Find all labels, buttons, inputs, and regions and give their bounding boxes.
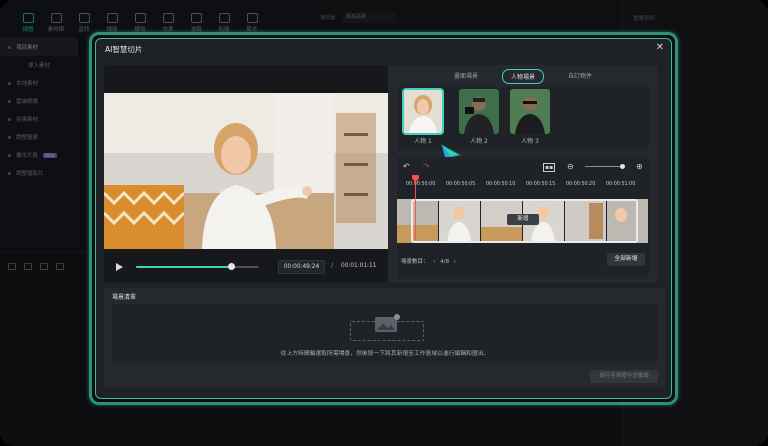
- add-scene-button[interactable]: 新增: [507, 214, 539, 225]
- scene-timeline-editor: ↶ ↷ ▪▪ ⊖ ⊕ 00:00:50:00 00:00:50:05 00:00…: [397, 157, 649, 279]
- scene-panel: 畫面場景 人物場景 自訂物件 人物 1 人物 2 人物 3 ↶ ↷ ▪▪ ⊖ ⊕…: [388, 65, 658, 283]
- next-scene-icon[interactable]: ›: [451, 259, 459, 265]
- current-time[interactable]: 00:00:49:24: [278, 260, 325, 274]
- dialog-title: AI智慧切片: [105, 45, 143, 54]
- total-time: 00:01:01:11: [341, 263, 377, 269]
- ai-smart-clip-dialog: AI智慧切片 ✕ 00:00:49:24 / 00:01:01:11 畫面場景 …: [95, 38, 672, 399]
- play-icon[interactable]: [116, 263, 123, 271]
- person-thumbnail: [402, 88, 444, 135]
- person-card-2[interactable]: 人物 2: [459, 89, 499, 145]
- person-label: 人物 1: [414, 138, 432, 145]
- ruler-tick: 00:00:50:05: [446, 182, 476, 187]
- tab-frame-scene[interactable]: 畫面場景: [446, 69, 486, 84]
- scene-count-value: 4/8: [440, 259, 450, 265]
- person-list: 人物 1 人物 2 人物 3: [397, 87, 649, 151]
- scene-list-hint: 從上方時間軸選取所需場景，然後按一下將其新增至工作區域以進行編輯和匯出。: [280, 351, 490, 357]
- player-controls: 00:00:49:24 / 00:01:01:11: [104, 251, 388, 283]
- video-frame-image: [104, 93, 388, 249]
- add-all-button[interactable]: 全部新增: [607, 253, 645, 266]
- ruler-tick: 00:00:50:20: [566, 182, 596, 187]
- seek-progress: [136, 266, 232, 268]
- zoom-out-icon[interactable]: ⊖: [567, 162, 574, 171]
- redo-icon[interactable]: ↷: [423, 162, 430, 171]
- scene-tabs: 畫面場景 人物場景 自訂物件: [388, 69, 658, 84]
- scene-list-panel: 場景清單 從上方時間軸選取所需場景，然後按一下將其新增至工作區域以進行編輯和匯出…: [104, 288, 666, 388]
- ruler-tick: 00:00:51:00: [606, 182, 636, 187]
- close-icon[interactable]: ✕: [656, 42, 664, 53]
- time-ruler: 00:00:50:00 00:00:50:05 00:00:50:10 00:0…: [397, 180, 649, 192]
- person-card-3[interactable]: 人物 3: [510, 89, 550, 145]
- editor-toolbar: ↶ ↷ ▪▪ ⊖ ⊕: [397, 157, 649, 175]
- save-to-media-button[interactable]: 儲存至媒體中並繼續: [590, 370, 658, 383]
- person-thumbnail: [510, 89, 550, 134]
- zoom-slider[interactable]: [585, 166, 623, 167]
- editor-app: 媒體 素材庫 音訊 標題 轉場 效果 濾鏡 貼圖 範本 播放器 最高品質 項目素…: [0, 0, 768, 446]
- video-preview: [104, 93, 388, 249]
- tab-person-scene[interactable]: 人物場景: [501, 69, 544, 84]
- scene-counter: 場景數目： ‹ 4/8 ›: [401, 257, 459, 265]
- zoom-in-icon[interactable]: ⊕: [636, 162, 643, 171]
- scene-list-title: 場景清單: [112, 294, 137, 301]
- preview-player: 00:00:49:24 / 00:01:01:11: [104, 65, 388, 283]
- tab-custom-object[interactable]: 自訂物件: [560, 69, 600, 84]
- person-card-1[interactable]: 人物 1: [402, 88, 444, 145]
- zoom-handle[interactable]: [620, 164, 625, 169]
- prev-scene-icon[interactable]: ‹: [430, 259, 438, 265]
- seek-handle[interactable]: [228, 263, 236, 270]
- ruler-tick: 00:00:50:00: [406, 182, 436, 187]
- person-label: 人物 2: [470, 138, 488, 145]
- fit-icon[interactable]: ▪▪: [543, 163, 556, 172]
- image-placeholder-icon: [375, 314, 400, 332]
- undo-icon[interactable]: ↶: [403, 162, 410, 171]
- time-separator: /: [331, 262, 334, 269]
- scene-count-label: 場景數目：: [401, 259, 429, 265]
- ruler-tick: 00:00:50:10: [486, 182, 516, 187]
- person-thumbnail: [459, 89, 499, 134]
- ruler-tick: 00:00:50:15: [526, 182, 556, 187]
- playhead[interactable]: [412, 175, 419, 239]
- scene-drop-area: 從上方時間軸選取所需場景，然後按一下將其新增至工作區域以進行編輯和匯出。: [112, 304, 658, 364]
- person-label: 人物 3: [521, 138, 539, 145]
- seek-bar[interactable]: [136, 263, 259, 270]
